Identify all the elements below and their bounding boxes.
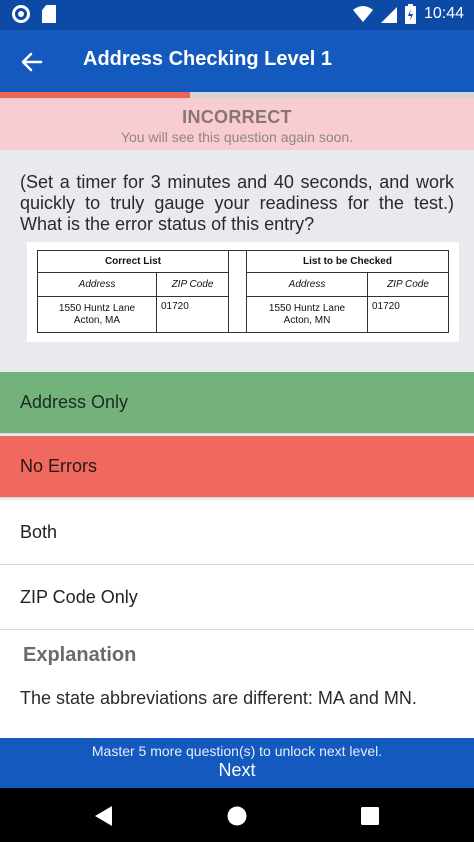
check-address-col-header: Address <box>246 272 368 297</box>
table-divider <box>228 250 247 333</box>
notification-icons <box>12 5 56 23</box>
page-title: Address Checking Level 1 <box>83 48 332 70</box>
answer-option-label: Address Only <box>20 392 129 412</box>
nav-back-button[interactable] <box>90 802 118 830</box>
check-zip-cell: 01720 <box>367 296 449 333</box>
answer-option-label: ZIP Code Only <box>20 586 138 607</box>
nav-back-icon <box>95 806 112 826</box>
clock: 10:44 <box>423 5 464 22</box>
answer-option-no-errors[interactable]: No Errors <box>0 436 474 498</box>
back-button[interactable] <box>14 44 50 80</box>
explanation-title: Explanation <box>23 644 137 666</box>
sd-card-icon <box>42 5 56 23</box>
next-label: Next <box>218 760 256 780</box>
next-button[interactable]: Master 5 more question(s) to unlock next… <box>0 738 474 788</box>
answer-option-address-only[interactable]: Address Only <box>0 372 474 434</box>
question-text: (Set a timer for 3 minutes and 40 second… <box>20 172 454 234</box>
wifi-icon <box>352 6 373 22</box>
sync-icon <box>12 5 30 23</box>
nav-home-icon <box>227 806 247 826</box>
check-address-line2: Acton, MN <box>283 314 331 326</box>
result-banner: INCORRECT You will see this question aga… <box>0 98 474 150</box>
check-zip-col-header: ZIP Code <box>367 272 449 297</box>
address-table: Correct List List to be Checked Address … <box>37 250 449 333</box>
correct-address-line2: Acton, MA <box>73 314 121 326</box>
status-bar: 10:44 <box>0 0 474 30</box>
app-screen: 10:44 Address Checking Level 1 INCORRECT… <box>0 0 474 842</box>
unlock-message: Master 5 more question(s) to unlock next… <box>91 743 383 759</box>
correct-zip-cell: 01720 <box>156 296 229 333</box>
correct-zip-col-header: ZIP Code <box>156 272 229 297</box>
correct-address-line1: 1550 Huntz Lane <box>58 302 136 314</box>
answer-option-label: Both <box>20 521 58 542</box>
check-list-header: List to be Checked <box>246 250 449 273</box>
nav-home-button[interactable] <box>223 802 251 830</box>
system-nav-bar <box>0 788 474 842</box>
answer-option-both[interactable]: Both <box>0 500 474 565</box>
explanation-text: The state abbreviations are different: M… <box>20 688 417 708</box>
nav-recents-button[interactable] <box>356 802 384 830</box>
system-icons: 10:44 <box>352 4 464 24</box>
back-arrow-icon <box>21 52 43 72</box>
explanation-section: Explanation The state abbreviations are … <box>0 630 474 738</box>
battery-icon <box>404 4 416 24</box>
app-bar: Address Checking Level 1 <box>0 30 474 92</box>
correct-address-col-header: Address <box>37 272 157 297</box>
answer-option-label: No Errors <box>20 456 98 476</box>
check-address-line1: 1550 Huntz Lane <box>268 302 346 314</box>
result-title: INCORRECT <box>182 107 292 127</box>
correct-address-cell: 1550 Huntz Lane Acton, MA <box>37 296 157 333</box>
answer-option-zip-only[interactable]: ZIP Code Only <box>0 565 474 630</box>
correct-list-header: Correct List <box>37 250 229 273</box>
address-table-card: Correct List List to be Checked Address … <box>27 242 459 342</box>
check-address-cell: 1550 Huntz Lane Acton, MN <box>246 296 368 333</box>
nav-recents-icon <box>361 807 379 825</box>
cell-signal-icon <box>380 7 397 23</box>
result-subtitle: You will see this question again soon. <box>120 129 354 145</box>
